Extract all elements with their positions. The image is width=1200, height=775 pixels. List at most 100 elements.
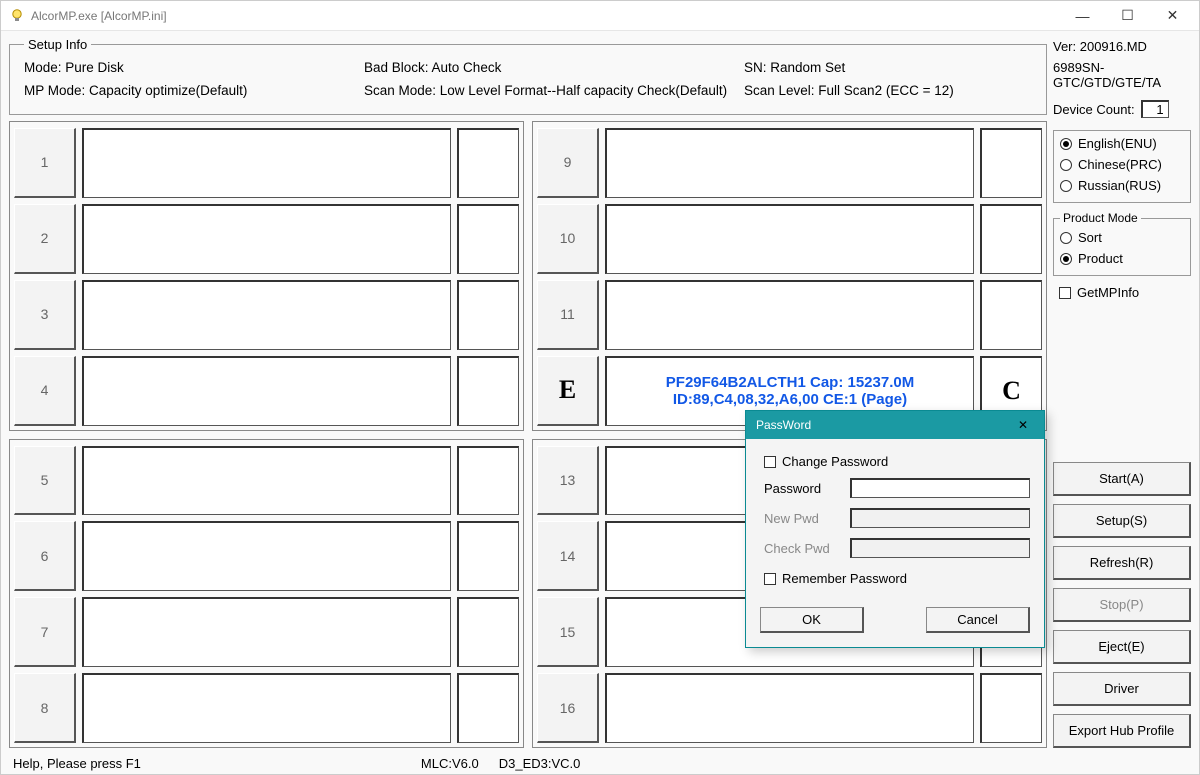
slot-indicator-4 bbox=[457, 356, 519, 426]
product-radio-sort[interactable]: Sort bbox=[1060, 227, 1184, 248]
slot-body-6 bbox=[82, 521, 451, 591]
remember-password-checkbox[interactable]: Remember Password bbox=[764, 568, 1030, 589]
slot-body-16 bbox=[605, 673, 974, 743]
side-panel: Ver: 200916.MD 6989SN-GTC/GTD/GTE/TA Dev… bbox=[1053, 37, 1191, 748]
slot-button-14[interactable]: 14 bbox=[537, 521, 599, 591]
slot-indicator-16 bbox=[980, 673, 1042, 743]
slot-button-1[interactable]: 1 bbox=[14, 128, 76, 198]
slot-body-7 bbox=[82, 597, 451, 667]
slot-body-11 bbox=[605, 280, 974, 350]
password-dialog: PassWord ✕ Change Password Password New … bbox=[745, 410, 1045, 648]
slot-button-15[interactable]: 15 bbox=[537, 597, 599, 667]
slot-button-16[interactable]: 16 bbox=[537, 673, 599, 743]
newpwd-input bbox=[850, 508, 1030, 528]
slot-indicator-2 bbox=[457, 204, 519, 274]
device-count-label: Device Count: bbox=[1053, 102, 1135, 117]
slot-indicator-5 bbox=[457, 446, 519, 516]
setup-info-panel: Setup Info Mode: Pure Disk Bad Block: Au… bbox=[9, 37, 1047, 115]
device-count-value: 1 bbox=[1141, 100, 1169, 118]
dialog-close-button[interactable]: ✕ bbox=[1006, 414, 1040, 436]
slot-button-11[interactable]: 11 bbox=[537, 280, 599, 350]
titlebar: AlcorMP.exe [AlcorMP.ini] — ☐ ✕ bbox=[1, 1, 1199, 31]
maximize-button[interactable]: ☐ bbox=[1105, 2, 1150, 30]
slot-body-3 bbox=[82, 280, 451, 350]
start-button[interactable]: Start(A) bbox=[1053, 462, 1191, 496]
slot-indicator-3 bbox=[457, 280, 519, 350]
slot-button-6[interactable]: 6 bbox=[14, 521, 76, 591]
dialog-titlebar: PassWord ✕ bbox=[746, 411, 1044, 439]
language-group: English(ENU) Chinese(PRC) Russian(RUS) bbox=[1053, 130, 1191, 203]
change-password-checkbox[interactable]: Change Password bbox=[764, 451, 1030, 472]
slot-button-9[interactable]: 9 bbox=[537, 128, 599, 198]
setup-legend: Setup Info bbox=[24, 37, 91, 52]
slot-button-8[interactable]: 8 bbox=[14, 673, 76, 743]
driver-button[interactable]: Driver bbox=[1053, 672, 1191, 706]
status-d3: D3_ED3:VC.0 bbox=[499, 756, 581, 771]
scan-level-label: Scan Level: Full Scan2 (ECC = 12) bbox=[744, 79, 1032, 102]
slot-indicator-1 bbox=[457, 128, 519, 198]
slot-button-e[interactable]: E bbox=[537, 356, 599, 426]
panel-bottom-left: 5 6 7 8 bbox=[9, 439, 524, 749]
scan-mode-label: Scan Mode: Low Level Format--Half capaci… bbox=[364, 79, 744, 102]
app-root: AlcorMP.exe [AlcorMP.ini] — ☐ ✕ Setup In… bbox=[0, 0, 1200, 775]
export-hub-button[interactable]: Export Hub Profile bbox=[1053, 714, 1191, 748]
mp-mode-label: MP Mode: Capacity optimize(Default) bbox=[24, 79, 364, 102]
slot-indicator-9 bbox=[980, 128, 1042, 198]
main-window: AlcorMP.exe [AlcorMP.ini] — ☐ ✕ Setup In… bbox=[0, 0, 1200, 775]
slot-body-4 bbox=[82, 356, 451, 426]
lang-radio-cn[interactable]: Chinese(PRC) bbox=[1060, 154, 1184, 175]
dialog-ok-button[interactable]: OK bbox=[760, 607, 864, 633]
slot-indicator-6 bbox=[457, 521, 519, 591]
slot-button-4[interactable]: 4 bbox=[14, 356, 76, 426]
newpwd-label: New Pwd bbox=[764, 511, 840, 526]
dialog-cancel-button[interactable]: Cancel bbox=[926, 607, 1030, 633]
close-button[interactable]: ✕ bbox=[1150, 2, 1195, 30]
slot-body-5 bbox=[82, 446, 451, 516]
status-help: Help, Please press F1 bbox=[13, 756, 141, 771]
getmpinfo-checkbox[interactable]: GetMPInfo bbox=[1053, 282, 1191, 303]
bad-block-label: Bad Block: Auto Check bbox=[364, 56, 744, 79]
product-mode-legend: Product Mode bbox=[1060, 211, 1141, 225]
lang-radio-ru[interactable]: Russian(RUS) bbox=[1060, 175, 1184, 196]
password-label: Password bbox=[764, 481, 840, 496]
status-mlc: MLC:V6.0 bbox=[421, 756, 479, 771]
product-radio-product[interactable]: Product bbox=[1060, 248, 1184, 269]
slot-body-2 bbox=[82, 204, 451, 274]
slot-indicator-10 bbox=[980, 204, 1042, 274]
chip-label: 6989SN-GTC/GTD/GTE/TA bbox=[1053, 60, 1191, 90]
sn-label: SN: Random Set bbox=[744, 56, 1032, 79]
lightbulb-icon bbox=[9, 8, 25, 24]
slot-e-line1: PF29F64B2ALCTH1 Cap: 15237.0M bbox=[666, 374, 914, 391]
slot-e-line2: ID:89,C4,08,32,A6,00 CE:1 (Page) bbox=[673, 391, 907, 408]
panel-top-left: 1 2 3 4 bbox=[9, 121, 524, 431]
statusbar: Help, Please press F1 MLC:V6.0 D3_ED3:VC… bbox=[1, 752, 1199, 774]
minimize-button[interactable]: — bbox=[1060, 2, 1105, 30]
slot-button-10[interactable]: 10 bbox=[537, 204, 599, 274]
slot-indicator-8 bbox=[457, 673, 519, 743]
slot-button-3[interactable]: 3 bbox=[14, 280, 76, 350]
slot-body-1 bbox=[82, 128, 451, 198]
slot-button-13[interactable]: 13 bbox=[537, 446, 599, 516]
panel-top-right: 9 10 11 E PF29F64B2ALCTH1 Cap: 15237.0M … bbox=[532, 121, 1047, 431]
mode-label: Mode: Pure Disk bbox=[24, 56, 364, 79]
refresh-button[interactable]: Refresh(R) bbox=[1053, 546, 1191, 580]
window-title: AlcorMP.exe [AlcorMP.ini] bbox=[31, 9, 1060, 23]
setup-button[interactable]: Setup(S) bbox=[1053, 504, 1191, 538]
slot-indicator-11 bbox=[980, 280, 1042, 350]
product-mode-group: Product Mode Sort Product bbox=[1053, 211, 1191, 276]
slot-button-7[interactable]: 7 bbox=[14, 597, 76, 667]
slot-button-5[interactable]: 5 bbox=[14, 446, 76, 516]
checkpwd-label: Check Pwd bbox=[764, 541, 840, 556]
slot-body-9 bbox=[605, 128, 974, 198]
eject-button[interactable]: Eject(E) bbox=[1053, 630, 1191, 664]
slot-indicator-7 bbox=[457, 597, 519, 667]
version-label: Ver: 200916.MD bbox=[1053, 39, 1191, 54]
dialog-title-text: PassWord bbox=[756, 418, 1006, 432]
checkpwd-input bbox=[850, 538, 1030, 558]
slot-body-10 bbox=[605, 204, 974, 274]
slot-button-2[interactable]: 2 bbox=[14, 204, 76, 274]
password-input[interactable] bbox=[850, 478, 1030, 498]
stop-button[interactable]: Stop(P) bbox=[1053, 588, 1191, 622]
lang-radio-en[interactable]: English(ENU) bbox=[1060, 133, 1184, 154]
slot-body-8 bbox=[82, 673, 451, 743]
